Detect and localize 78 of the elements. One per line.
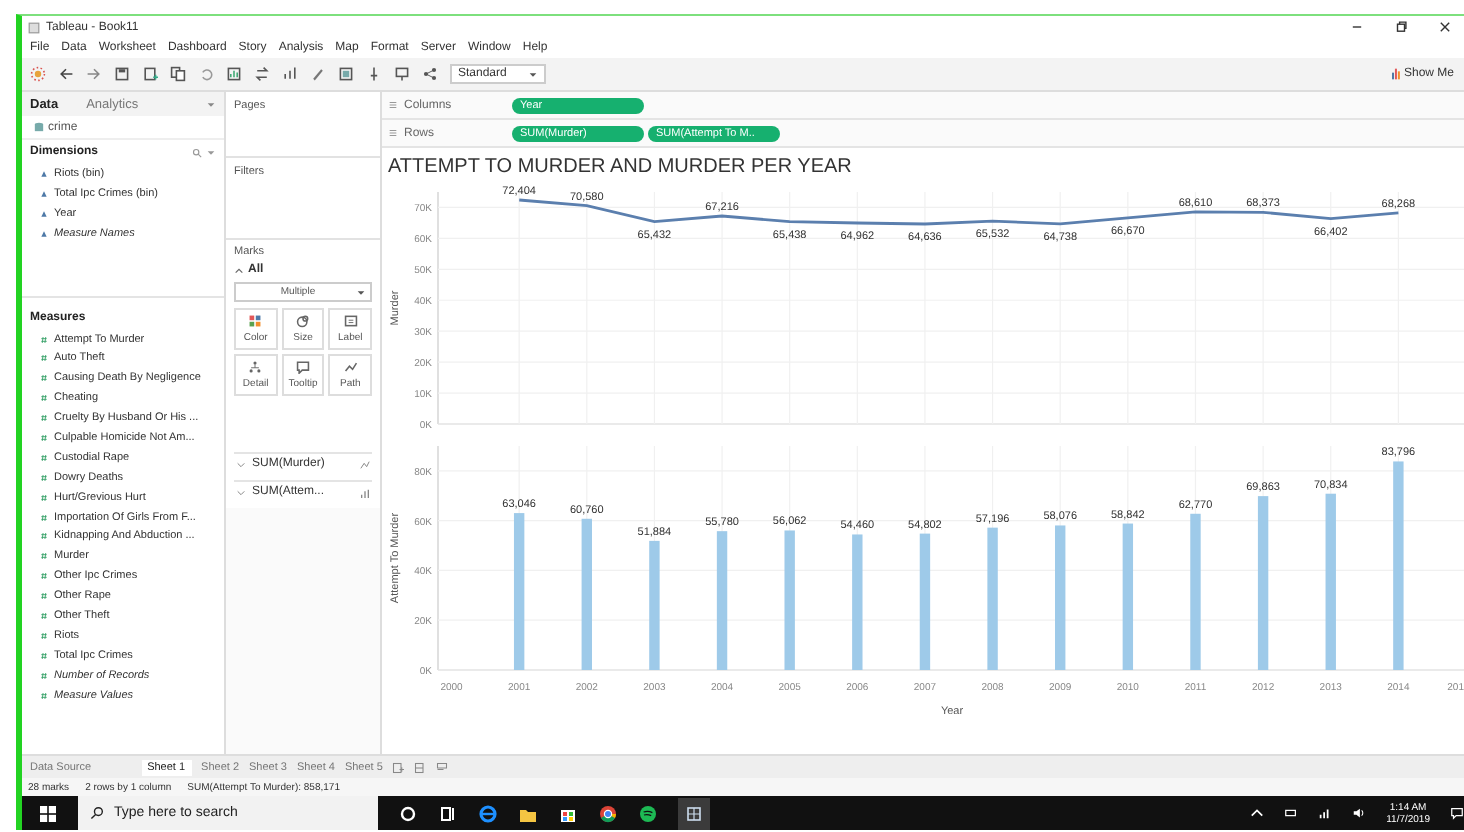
field-type-icon — [40, 374, 48, 383]
dots-icon — [248, 360, 263, 374]
speech-bubble-icon — [295, 360, 310, 374]
undo-icon[interactable] — [198, 66, 214, 82]
duplicate-sheet-icon[interactable] — [170, 66, 186, 82]
label-icon — [343, 314, 358, 328]
search-icon[interactable] — [192, 147, 202, 157]
browser-icon[interactable] — [478, 803, 498, 823]
field-type-icon — [40, 552, 48, 561]
field-type-icon — [40, 354, 48, 363]
circle-icon[interactable] — [398, 803, 418, 823]
caret-icon[interactable] — [206, 99, 216, 109]
save-icon[interactable] — [114, 66, 130, 82]
speaker-icon[interactable] — [1352, 806, 1367, 820]
round-multicolor-icon[interactable] — [598, 803, 618, 823]
forward-arrow-icon[interactable] — [86, 66, 102, 82]
field-type-icon — [40, 189, 48, 198]
four-squares-icon[interactable] — [38, 803, 58, 823]
back-arrow-icon[interactable] — [58, 66, 74, 82]
field-type-icon — [40, 229, 48, 238]
search-icon — [90, 806, 104, 820]
field-type-icon — [40, 691, 48, 700]
close-icon[interactable] — [1438, 20, 1452, 34]
palette-icon — [248, 314, 263, 328]
sheet-title: ATTEMPT TO MURDER AND MURDER PER YEAR — [386, 154, 854, 182]
caret-icon — [236, 487, 246, 497]
field-type-icon — [40, 394, 48, 403]
fit-icon[interactable] — [338, 66, 354, 82]
bar-chart-icon — [1391, 68, 1400, 80]
field-type-icon — [40, 493, 48, 502]
field-type-icon — [40, 169, 48, 178]
line-path-icon — [343, 360, 358, 374]
field-type-icon — [40, 209, 48, 218]
notification-icon[interactable] — [1450, 806, 1464, 820]
field-type-icon — [40, 473, 48, 482]
sort-icon[interactable] — [282, 66, 298, 82]
field-type-icon — [40, 433, 48, 442]
line-chart-icon — [360, 459, 370, 469]
new-sheet-icon[interactable] — [142, 66, 158, 82]
swap-icon[interactable] — [254, 66, 270, 82]
caret-icon — [356, 287, 366, 297]
battery-icon[interactable] — [1284, 806, 1299, 820]
minimize-icon[interactable] — [1350, 20, 1364, 34]
app-icon — [28, 21, 40, 33]
shelf-icon — [388, 128, 398, 138]
grid-app-icon[interactable] — [678, 797, 710, 829]
field-type-icon — [40, 592, 48, 601]
field-type-icon — [40, 572, 48, 581]
pin-icon[interactable] — [366, 66, 382, 82]
field-type-icon — [40, 532, 48, 541]
new-sheet-icon[interactable] — [392, 761, 405, 773]
field-type-icon — [40, 611, 48, 620]
caret-icon — [528, 69, 538, 79]
field-type-icon — [40, 671, 48, 680]
restore-icon[interactable] — [1394, 20, 1408, 34]
shelf-icon — [388, 100, 398, 110]
starburst-icon[interactable] — [30, 66, 46, 82]
presentation-icon[interactable] — [394, 66, 410, 82]
caret-icon — [236, 459, 246, 469]
field-type-icon — [40, 651, 48, 660]
new-dashboard-icon[interactable] — [414, 761, 427, 773]
bar-chart-icon — [360, 487, 370, 497]
field-type-icon — [40, 335, 48, 343]
caret-icon[interactable] — [206, 147, 216, 157]
caret-icon[interactable] — [234, 265, 244, 275]
new-story-icon[interactable] — [436, 761, 449, 773]
field-type-icon — [40, 631, 48, 640]
chart-icon[interactable] — [226, 66, 242, 82]
chevron-up-icon[interactable] — [1250, 806, 1265, 820]
sound-waves-circle-icon[interactable] — [638, 803, 658, 823]
circles-icon — [295, 314, 310, 328]
field-type-icon — [40, 513, 48, 522]
highlight-icon[interactable] — [310, 66, 326, 82]
task-view-icon[interactable] — [438, 803, 458, 823]
share-icon[interactable] — [422, 66, 438, 82]
field-type-icon — [40, 414, 48, 423]
network-icon[interactable] — [1318, 806, 1333, 820]
field-type-icon — [40, 453, 48, 462]
